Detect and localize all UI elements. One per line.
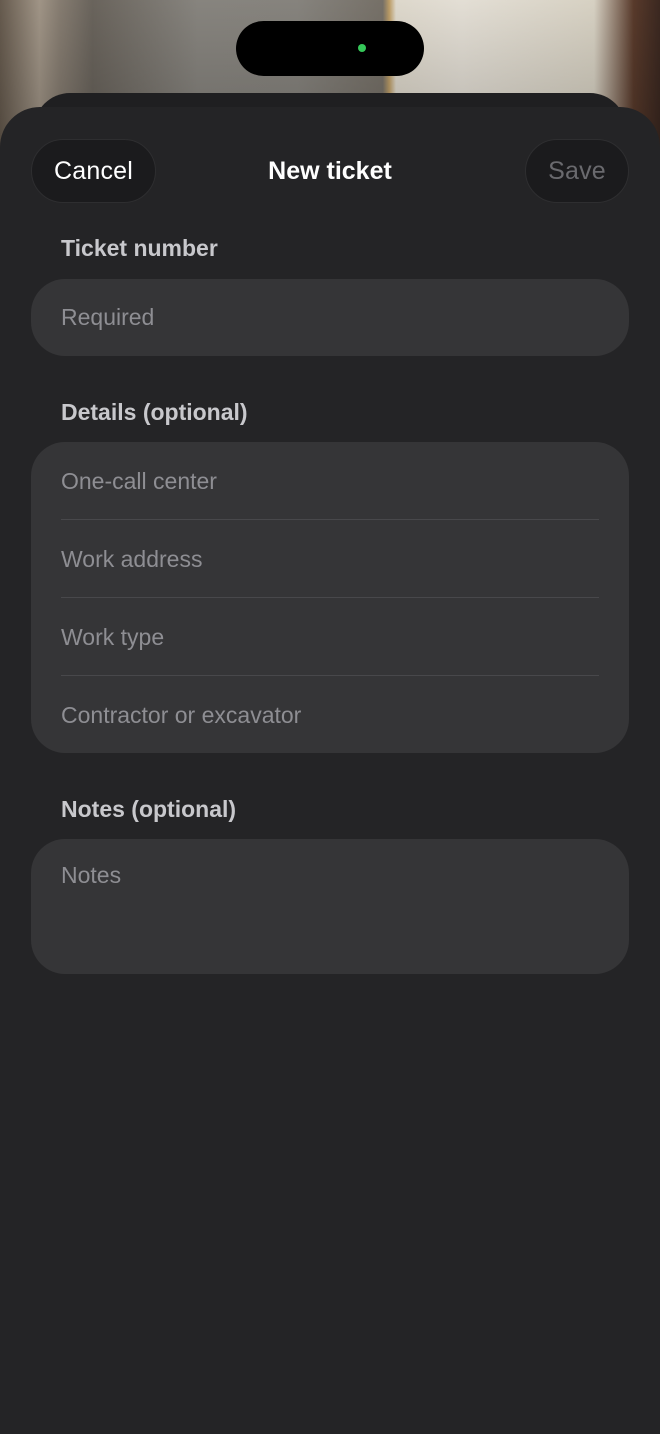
screen: Cancel New ticket Save Ticket number Req…	[0, 0, 660, 1434]
notes-textarea[interactable]: Notes	[61, 859, 599, 891]
ticket-number-label: Ticket number	[61, 235, 218, 261]
cancel-button[interactable]: Cancel	[31, 139, 156, 203]
details-group: One-call center Work address Work type C…	[31, 442, 629, 753]
notes-label: Notes (optional)	[61, 796, 237, 822]
new-ticket-sheet: Cancel New ticket Save Ticket number Req…	[0, 107, 660, 1434]
one-call-center-input[interactable]: One-call center	[61, 442, 599, 520]
camera-indicator-icon	[358, 44, 366, 52]
work-type-input[interactable]: Work type	[61, 598, 599, 676]
page-title: New ticket	[268, 156, 392, 185]
ticket-number-input[interactable]: Required	[61, 279, 599, 356]
contractor-input[interactable]: Contractor or excavator	[61, 676, 599, 754]
ticket-number-field[interactable]: Required	[31, 279, 629, 356]
details-label: Details (optional)	[61, 399, 248, 425]
save-button[interactable]: Save	[525, 139, 629, 203]
notes-field[interactable]: Notes	[31, 839, 629, 974]
dynamic-island	[236, 21, 424, 76]
work-address-input[interactable]: Work address	[61, 520, 599, 598]
